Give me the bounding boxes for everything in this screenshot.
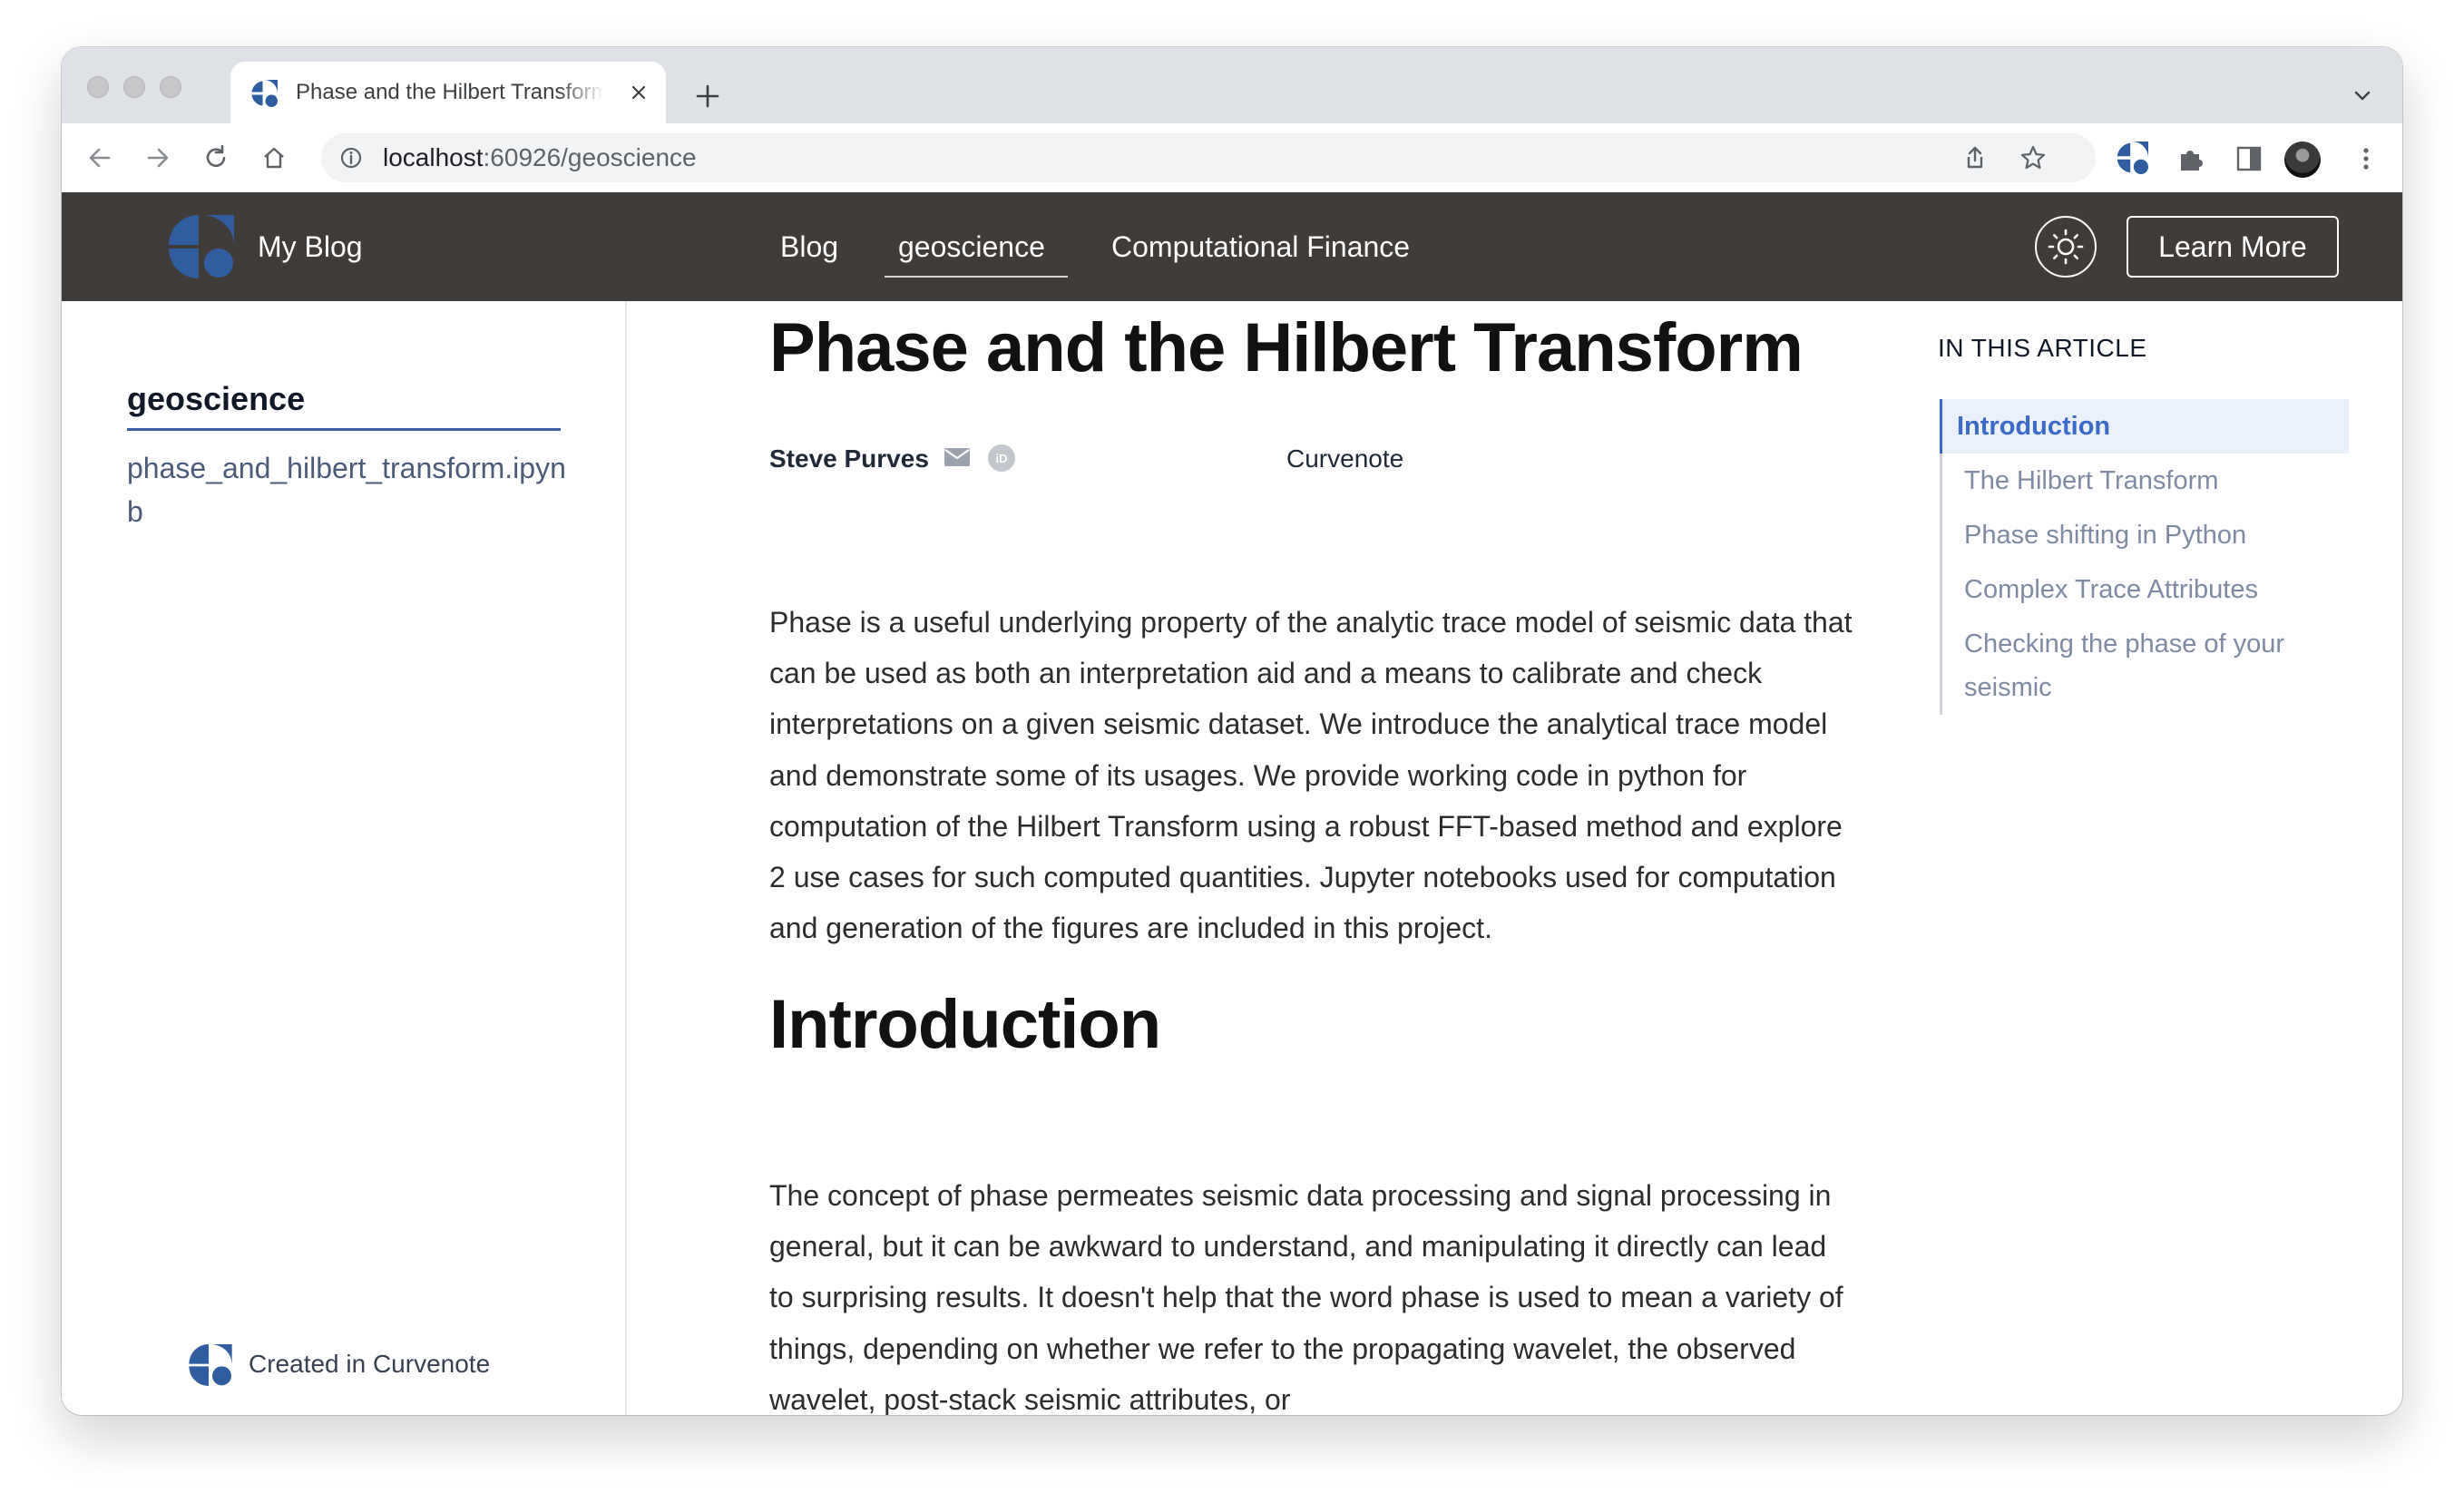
new-tab-icon[interactable] bbox=[689, 78, 726, 114]
nav-link-geoscience[interactable]: geoscience bbox=[898, 229, 1045, 265]
zoom-window-button[interactable] bbox=[160, 76, 181, 98]
toc-item-introduction[interactable]: Introduction bbox=[1940, 399, 2349, 454]
theme-toggle-button[interactable] bbox=[2035, 216, 2097, 278]
site-logo-icon[interactable] bbox=[169, 215, 234, 278]
sidebar-title[interactable]: geoscience bbox=[127, 379, 305, 419]
svg-text:iD: iD bbox=[996, 452, 1008, 465]
url-host: localhost bbox=[383, 143, 484, 171]
back-arrow-icon[interactable] bbox=[83, 141, 116, 174]
browser-tab[interactable]: Phase and the Hilbert Transform bbox=[230, 62, 666, 123]
introduction-heading: Introduction bbox=[769, 986, 1161, 1063]
side-panel-icon[interactable] bbox=[2234, 143, 2264, 174]
tab-title: Phase and the Hilbert Transform bbox=[296, 80, 604, 104]
learn-more-button[interactable]: Learn More bbox=[2127, 216, 2339, 278]
reload-icon[interactable] bbox=[200, 141, 232, 174]
minimize-window-button[interactable] bbox=[123, 76, 145, 98]
toc-item-complex-trace[interactable]: Complex Trace Attributes bbox=[1942, 562, 2349, 617]
forward-arrow-icon[interactable] bbox=[142, 141, 174, 174]
created-in-curvenote-link[interactable]: Created in Curvenote bbox=[249, 1348, 490, 1381]
profile-avatar[interactable] bbox=[2284, 141, 2321, 178]
author-affiliation: Curvenote bbox=[1286, 444, 1404, 473]
chevron-down-icon[interactable] bbox=[2350, 83, 2375, 109]
toc-heading: IN THIS ARTICLE bbox=[1938, 334, 2147, 362]
nav-active-indicator bbox=[885, 276, 1068, 278]
address-bar[interactable]: localhost:60926/geoscience bbox=[321, 133, 2096, 182]
curvenote-logo-icon bbox=[189, 1344, 232, 1386]
email-icon[interactable] bbox=[944, 446, 971, 468]
kebab-menu-icon[interactable] bbox=[2357, 143, 2375, 174]
tab-strip: Phase and the Hilbert Transform bbox=[62, 47, 2402, 123]
close-window-button[interactable] bbox=[87, 76, 109, 98]
nav-link-blog[interactable]: Blog bbox=[780, 229, 838, 265]
curvenote-extension-icon[interactable] bbox=[2116, 141, 2148, 174]
url-path: :60926/geoscience bbox=[483, 143, 697, 171]
toc-item-phase-shifting[interactable]: Phase shifting in Python bbox=[1942, 508, 2349, 562]
sidebar-title-underline bbox=[127, 428, 561, 431]
left-sidebar: geoscience phase_and_hilbert_transform.i… bbox=[62, 301, 627, 1415]
share-icon[interactable] bbox=[1961, 144, 1989, 171]
sun-icon bbox=[2048, 229, 2084, 265]
toc-item-checking-phase[interactable]: Checking the phase of your seismic bbox=[1942, 617, 2349, 715]
toc-item-hilbert-transform[interactable]: The Hilbert Transform bbox=[1942, 454, 2349, 508]
author-name: Steve Purves bbox=[769, 444, 929, 473]
article-title: Phase and the Hilbert Transform bbox=[769, 309, 1804, 386]
bookmark-star-icon[interactable] bbox=[2019, 144, 2047, 171]
extensions-puzzle-icon[interactable] bbox=[2176, 143, 2206, 174]
tab-close-icon[interactable] bbox=[628, 82, 650, 103]
table-of-contents: Introduction The Hilbert Transform Phase… bbox=[1940, 399, 2349, 715]
sidebar-item-notebook[interactable]: phase_and_hilbert_transform.ipynb bbox=[127, 446, 568, 533]
site-name-link[interactable]: My Blog bbox=[258, 229, 363, 265]
nav-link-computational-finance[interactable]: Computational Finance bbox=[1111, 229, 1410, 265]
site-header: My Blog Blog geoscience Computational Fi… bbox=[62, 192, 2402, 301]
home-icon[interactable] bbox=[258, 141, 290, 174]
curvenote-favicon-icon bbox=[251, 80, 278, 107]
intro-paragraph: The concept of phase permeates seismic d… bbox=[769, 1179, 1843, 1415]
browser-window: Phase and the Hilbert Transform localhos… bbox=[62, 47, 2402, 1415]
browser-toolbar: localhost:60926/geoscience bbox=[62, 123, 2402, 193]
site-info-icon[interactable] bbox=[339, 146, 363, 170]
url-text: localhost:60926/geoscience bbox=[383, 143, 697, 172]
orcid-icon[interactable]: iD bbox=[987, 444, 1016, 473]
abstract-paragraph: Phase is a useful underlying property of… bbox=[769, 606, 1853, 945]
